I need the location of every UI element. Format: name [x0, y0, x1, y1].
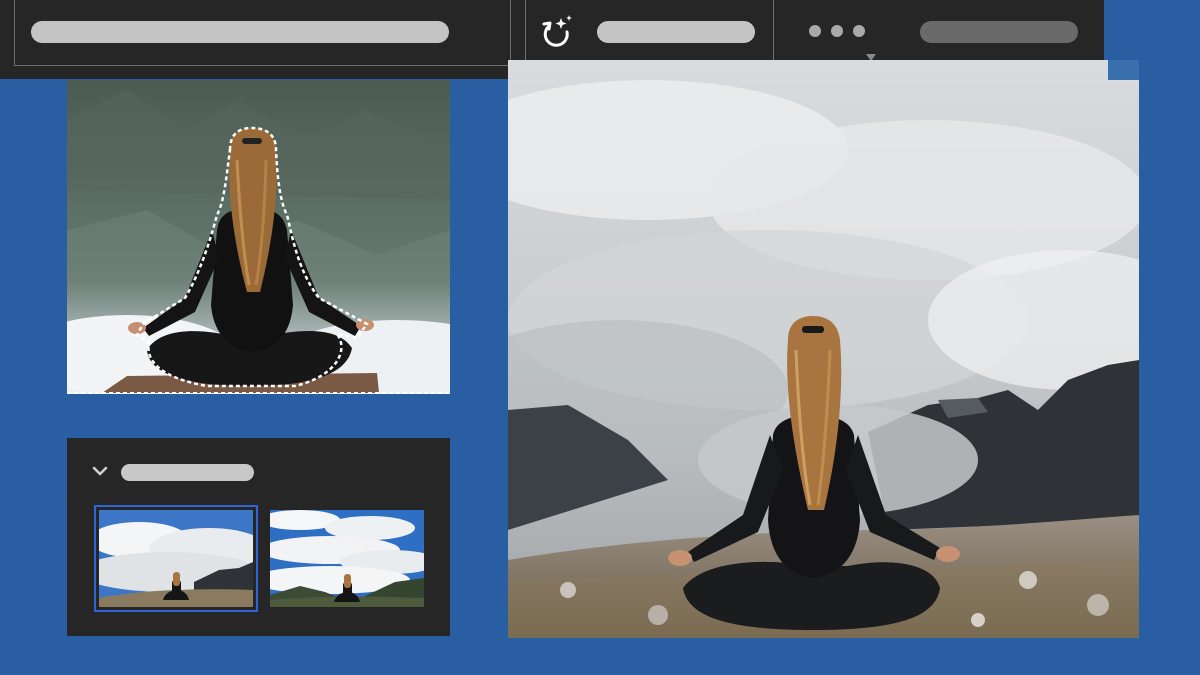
main-canvas-image[interactable] — [508, 60, 1139, 638]
panel-header-placeholder — [121, 464, 254, 481]
magic-rotate-icon[interactable] — [536, 12, 576, 52]
path-field[interactable] — [14, 0, 511, 66]
generate-action-field[interactable] — [525, 0, 774, 66]
subject-selection-preview[interactable] — [67, 80, 450, 394]
action-placeholder — [597, 21, 755, 43]
variation-thumbnail-1[interactable] — [94, 505, 258, 612]
path-field-placeholder — [31, 21, 449, 43]
variation-thumbnail-2[interactable] — [270, 510, 424, 607]
chevron-down-icon[interactable] — [91, 465, 109, 479]
variations-panel — [67, 438, 450, 636]
account-placeholder[interactable] — [920, 21, 1078, 43]
